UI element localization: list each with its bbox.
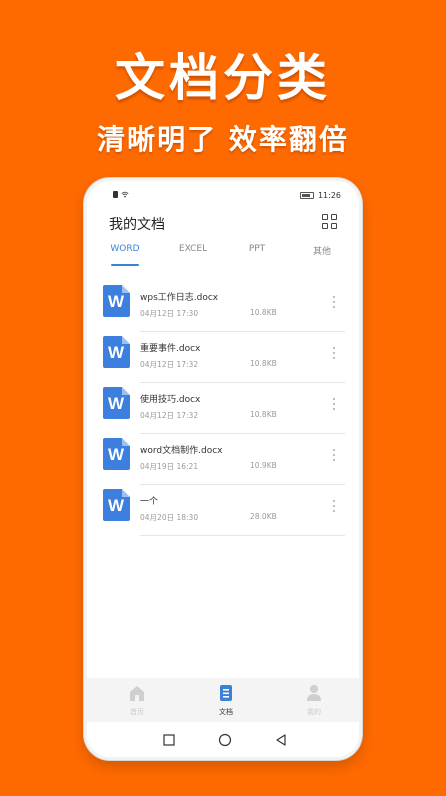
list-item[interactable]: W wps工作日志.docx 04月12日 17:30 10.8KB [87, 281, 359, 332]
system-navigation-bar [87, 722, 359, 757]
active-tab-indicator [111, 264, 139, 266]
file-size: 10.8KB [250, 308, 277, 317]
file-name: 重要事件.docx [140, 344, 201, 354]
file-size: 10.9KB [250, 461, 277, 470]
status-bar: 11:26 [87, 191, 359, 203]
file-size: 10.8KB [250, 359, 277, 368]
divider [140, 535, 345, 536]
promo-headline: 文档分类 [115, 49, 331, 107]
phone-frame: 11:26 我的文档 WORD EXCEL PPT 其他 W wps工作日志.d… [84, 178, 362, 760]
word-document-icon: W [103, 285, 130, 317]
file-date: 04月12日 17:32 [140, 360, 199, 369]
file-name: 使用技巧.docx [140, 395, 201, 405]
tab-other[interactable]: 其他 [307, 244, 337, 257]
app-screen: 11:26 我的文档 WORD EXCEL PPT 其他 W wps工作日志.d… [87, 181, 359, 757]
grid-view-icon[interactable] [322, 214, 337, 229]
recent-apps-icon[interactable] [162, 733, 176, 747]
wifi-icon [121, 191, 129, 198]
file-name: wps工作日志.docx [140, 293, 219, 303]
category-tabs: WORD EXCEL PPT 其他 [87, 242, 359, 266]
nav-home[interactable]: 首页 [117, 684, 157, 717]
word-document-icon: W [103, 336, 130, 368]
sim-icon [113, 191, 118, 198]
nav-documents-label: 文档 [219, 708, 233, 716]
word-document-icon: W [103, 387, 130, 419]
home-icon [130, 686, 144, 701]
list-item[interactable]: W 重要事件.docx 04月12日 17:32 10.8KB [87, 332, 359, 383]
tab-word[interactable]: WORD [107, 244, 143, 254]
nav-profile[interactable]: 我的 [294, 684, 334, 717]
file-size: 28.0KB [250, 512, 277, 521]
back-icon[interactable] [274, 733, 288, 747]
battery-icon [299, 192, 314, 199]
file-date: 04月19日 16:21 [140, 462, 199, 471]
more-vertical-icon[interactable] [331, 499, 337, 513]
user-icon [307, 685, 321, 701]
nav-profile-label: 我的 [307, 708, 321, 716]
file-size: 10.8KB [250, 410, 277, 419]
status-time: 11:26 [317, 191, 341, 200]
tab-excel[interactable]: EXCEL [173, 244, 213, 254]
file-date: 04月12日 17:30 [140, 309, 199, 318]
more-vertical-icon[interactable] [331, 295, 337, 309]
nav-home-label: 首页 [130, 708, 144, 716]
list-item[interactable]: W 使用技巧.docx 04月12日 17:32 10.8KB [87, 383, 359, 434]
bottom-navigation: 首页 文档 我的 [87, 678, 359, 722]
file-name: word文档制作.docx [140, 446, 223, 456]
tab-ppt[interactable]: PPT [242, 244, 272, 254]
more-vertical-icon[interactable] [331, 397, 337, 411]
document-icon [220, 685, 232, 701]
list-item[interactable]: W word文档制作.docx 04月19日 16:21 10.9KB [87, 434, 359, 485]
file-name: 一个 [140, 497, 159, 507]
list-item[interactable]: W 一个 04月20日 18:30 28.0KB [87, 485, 359, 536]
more-vertical-icon[interactable] [331, 448, 337, 462]
file-list: W wps工作日志.docx 04月12日 17:30 10.8KB W 重要事… [87, 281, 359, 536]
nav-documents[interactable]: 文档 [206, 684, 246, 717]
file-date: 04月20日 18:30 [140, 513, 199, 522]
word-document-icon: W [103, 489, 130, 521]
home-button-icon[interactable] [218, 733, 232, 747]
file-date: 04月12日 17:32 [140, 411, 199, 420]
page-title: 我的文档 [109, 217, 165, 233]
more-vertical-icon[interactable] [331, 346, 337, 360]
promo-subline: 清晰明了 效率翻倍 [97, 123, 349, 156]
word-document-icon: W [103, 438, 130, 470]
